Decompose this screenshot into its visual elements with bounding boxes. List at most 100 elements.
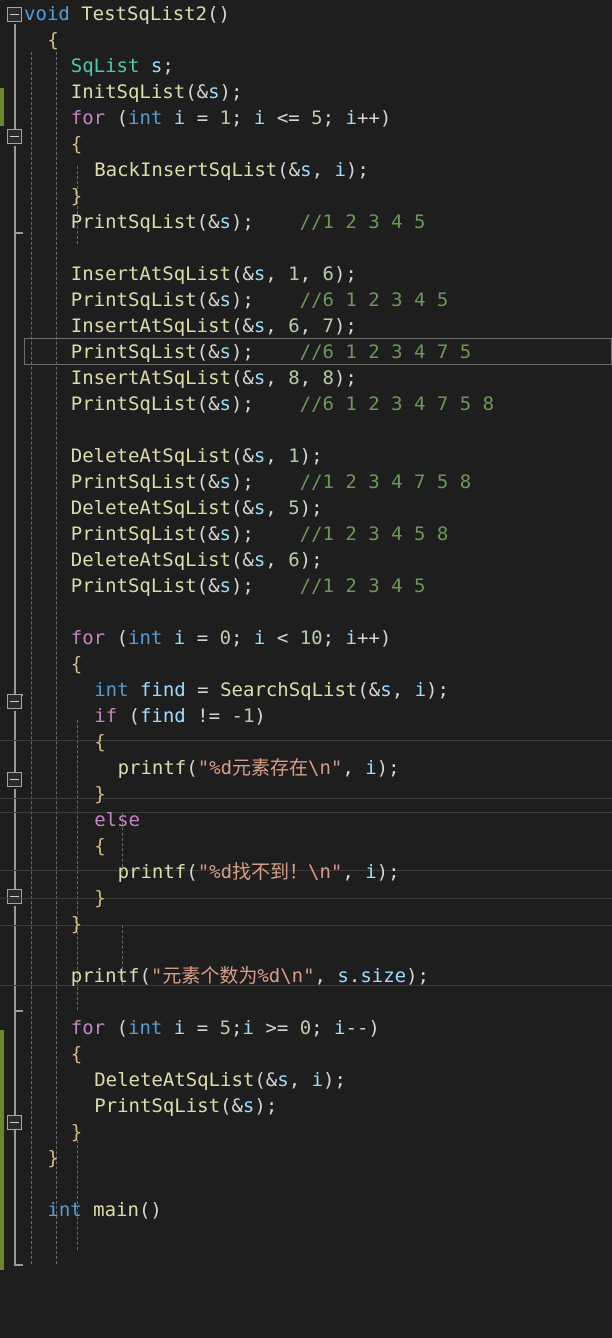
code-line[interactable]: printf("%d元素存在\n", i); [0,755,612,781]
code-line[interactable]: for (int i = 0; i < 10; i++) [0,625,612,651]
code-line[interactable]: { [0,131,612,157]
code-token: i [173,1017,186,1039]
code-token: ++) [356,627,392,649]
code-editor[interactable]: void TestSqList2(){SqList s; InitSqList(&… [0,0,612,1338]
code-token: ); [345,159,369,181]
code-line[interactable]: } [0,781,612,807]
code-token: DeleteAtSqList [94,1069,255,1091]
code-line[interactable]: } [0,911,612,937]
code-line[interactable]: DeleteAtSqList(&s, 6); [0,547,612,573]
code-line[interactable]: { [0,651,612,677]
code-token: i [345,107,357,129]
code-line[interactable]: { [0,27,612,53]
code-token: ) [254,705,266,727]
code-line[interactable]: } [0,183,612,209]
code-line[interactable]: InsertAtSqList(&s, 1, 6); [0,261,612,287]
code-line[interactable]: DeleteAtSqList(&s, i); [0,1067,612,1093]
code-line[interactable] [0,599,612,625]
code-token: s [219,341,231,363]
code-token: , [265,263,289,285]
code-token: , [311,159,335,181]
code-line[interactable] [0,937,612,963]
code-token: ( [186,861,198,883]
code-line[interactable]: else [0,807,612,833]
code-token: PrintSqList [70,211,197,233]
code-line[interactable]: { [0,1041,612,1067]
code-token: printf [70,965,140,987]
code-token: 5 [288,497,300,519]
code-line[interactable] [0,417,612,443]
code-token: ; [311,1017,335,1039]
code-token: i [365,861,377,883]
code-line[interactable]: PrintSqList(&s); //1 2 3 4 5 8 [0,521,612,547]
code-line[interactable]: InitSqList(&s); [0,79,612,105]
code-line[interactable]: void TestSqList2() [0,1,612,27]
code-line[interactable]: printf("元素个数为%d\n", s.size); [0,963,612,989]
code-token: TestSqList2 [81,3,208,25]
code-token: ; [231,107,254,129]
code-line[interactable]: PrintSqList(&s); //1 2 3 4 7 5 8 [0,469,612,495]
code-line[interactable]: int find = SearchSqList(&s, i); [0,677,612,703]
code-token: , [265,367,289,389]
code-line[interactable]: PrintSqList(&s); //6 1 2 3 4 7 5 [0,339,612,365]
code-token: find [139,679,186,701]
code-line[interactable]: } [0,885,612,911]
code-line[interactable]: PrintSqList(&s); [0,1093,612,1119]
code-token: s [253,445,266,467]
code-line[interactable] [0,235,612,261]
code-line[interactable]: for (int i = 1; i <= 5; i++) [0,105,612,131]
code-token: void [24,3,70,25]
code-token: ; [322,627,346,649]
code-line[interactable]: printf("%d找不到！\n", i); [0,859,612,885]
code-token: (& [230,497,254,519]
code-token: (& [230,315,254,337]
code-line[interactable]: InsertAtSqList(&s, 8, 8); [0,365,612,391]
code-token: "%d找不到！\n" [197,861,343,883]
code-line[interactable]: int main() [0,1197,612,1223]
code-token: (& [230,367,254,389]
code-line[interactable] [0,989,612,1015]
code-token: 8 [322,367,334,389]
code-token: (& [196,523,220,545]
code-token: () [207,3,230,25]
code-token: } [70,913,83,935]
code-token: (& [220,1095,243,1117]
code-line[interactable]: PrintSqList(&s); //6 1 2 3 4 7 5 8 [0,391,612,417]
code-line[interactable]: { [0,729,612,755]
code-token: ); [333,263,357,285]
code-token: s [253,497,266,519]
code-line[interactable] [0,1171,612,1197]
code-line[interactable]: DeleteAtSqList(&s, 1); [0,443,612,469]
code-line[interactable]: } [0,1119,612,1145]
code-line[interactable]: for (int i = 5;i >= 0; i--) [0,1015,612,1041]
code-line[interactable]: PrintSqList(&s); //1 2 3 4 5 [0,573,612,599]
code-line[interactable]: DeleteAtSqList(&s, 5); [0,495,612,521]
code-token: (& [196,211,220,233]
code-token: (& [185,81,209,103]
code-token: DeleteAtSqList [70,445,231,467]
code-token: DeleteAtSqList [70,549,231,571]
code-token: 1 [288,263,300,285]
code-token: ); [323,1069,346,1091]
code-token: , [342,861,366,883]
code-token: { [70,653,83,675]
code-token: s [253,263,266,285]
code-line[interactable]: BackInsertSqList(&s, i); [0,157,612,183]
code-token: --) [345,1017,380,1039]
code-line[interactable]: InsertAtSqList(&s, 6, 7); [0,313,612,339]
code-line[interactable]: PrintSqList(&s); //1 2 3 4 5 [0,209,612,235]
code-token: ; [231,1017,243,1039]
code-token: ); [230,575,254,597]
code-token: i [334,1017,346,1039]
code-token: s [219,289,231,311]
code-line[interactable]: } [0,1145,612,1171]
code-line[interactable]: PrintSqList(&s); //6 1 2 3 4 5 [0,287,612,313]
code-token: ); [299,549,323,571]
code-line[interactable]: { [0,833,612,859]
code-line[interactable]: SqList s; [0,53,612,79]
code-line[interactable]: if (find != -1) [0,703,612,729]
